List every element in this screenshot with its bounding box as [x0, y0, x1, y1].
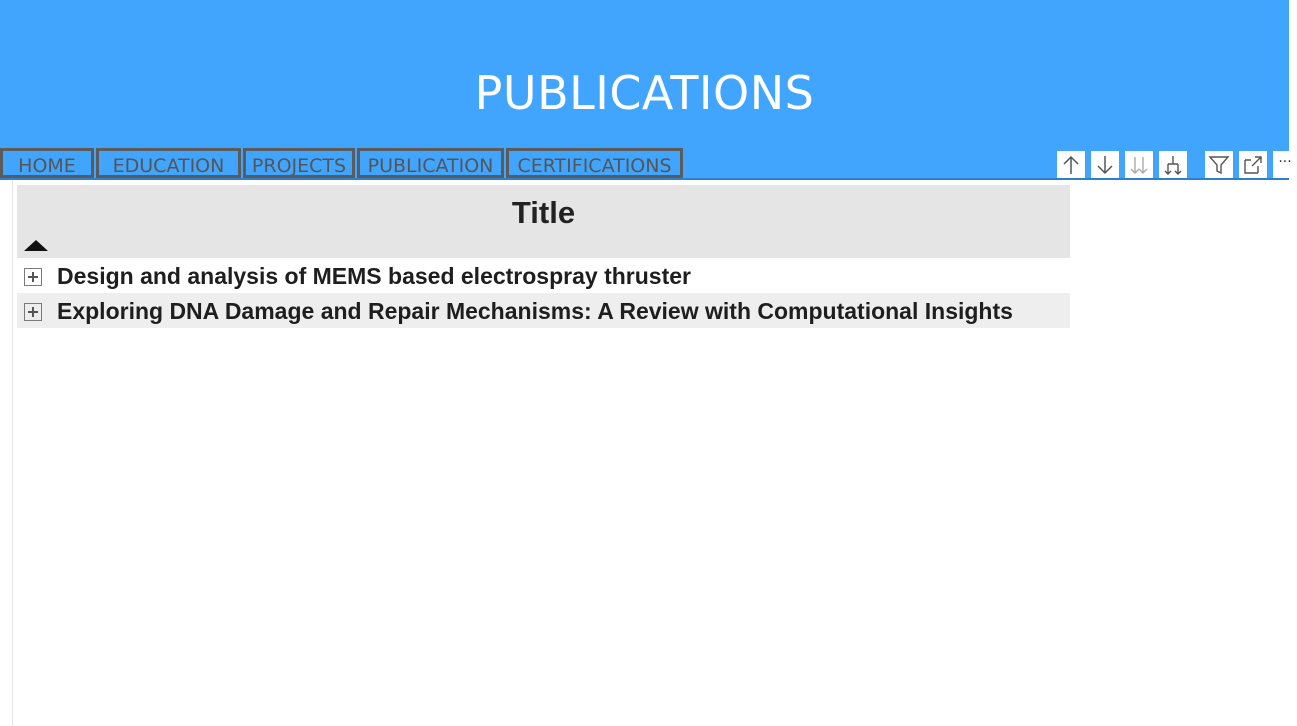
row-title: Exploring DNA Damage and Repair Mechanis… — [57, 298, 1013, 324]
row-title: Design and analysis of MEMS based electr… — [57, 263, 691, 289]
canvas-border — [12, 180, 13, 726]
table-row: Design and analysis of MEMS based electr… — [17, 258, 1070, 293]
page-title: PUBLICATIONS — [474, 66, 815, 120]
expand-plus-icon[interactable] — [24, 303, 42, 321]
table-header: Title — [17, 185, 1070, 258]
more-options-button[interactable]: ··· — [1273, 151, 1297, 178]
nav-education-button[interactable]: EDUCATION — [96, 148, 241, 178]
expand-level-button[interactable] — [1159, 151, 1187, 178]
nav-home-button[interactable]: HOME — [0, 148, 94, 178]
sort-ascending-icon[interactable] — [24, 240, 48, 251]
expand-plus-icon[interactable] — [24, 268, 42, 286]
filter-button[interactable] — [1205, 151, 1233, 178]
nav-certifications-button[interactable]: CERTIFICATIONS — [506, 148, 683, 178]
double-arrow-down-icon — [1130, 156, 1148, 174]
publications-table: Title Design and analysis of MEMS based … — [17, 185, 1070, 328]
filter-icon — [1208, 155, 1230, 174]
drill-down-button[interactable] — [1091, 151, 1119, 178]
expand-hierarchy-icon — [1164, 155, 1182, 175]
focus-mode-button[interactable] — [1239, 151, 1267, 178]
nav-publication-button[interactable]: PUBLICATION — [357, 148, 504, 178]
header-divider — [0, 178, 1289, 180]
column-header-title[interactable]: Title — [17, 195, 1070, 231]
arrow-up-icon — [1063, 155, 1079, 174]
arrow-down-icon — [1097, 155, 1113, 174]
focus-mode-icon — [1244, 155, 1262, 174]
nav-projects-button[interactable]: PROJECTS — [243, 148, 355, 178]
drill-up-button[interactable] — [1057, 151, 1085, 178]
next-level-button[interactable] — [1125, 151, 1153, 178]
table-row: Exploring DNA Damage and Repair Mechanis… — [17, 293, 1070, 328]
